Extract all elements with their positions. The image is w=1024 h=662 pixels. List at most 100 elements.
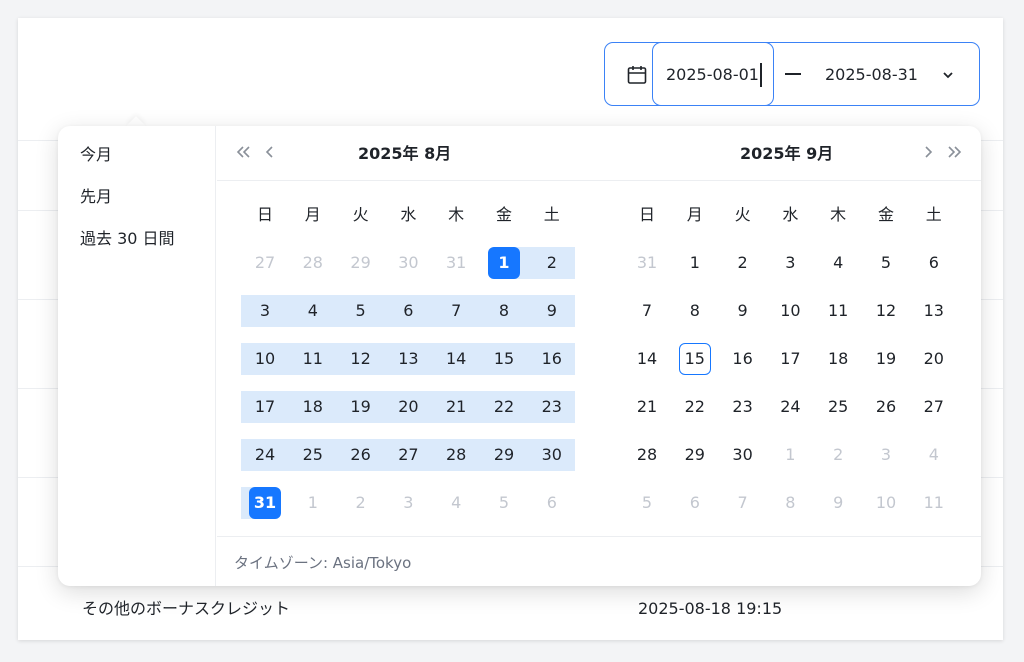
calendar-day[interactable]: 1: [766, 439, 814, 471]
weekday-header: 土: [543, 205, 560, 224]
calendar-day-selected[interactable]: 1: [480, 247, 528, 279]
calendar-day[interactable]: 3: [241, 295, 289, 327]
calendar-day[interactable]: 12: [862, 295, 910, 327]
calendar-day[interactable]: 7: [623, 295, 671, 327]
calendar-day[interactable]: 5: [337, 295, 385, 327]
calendar-day[interactable]: 30: [384, 247, 432, 279]
preset-last-30-days[interactable]: 過去 30 日間: [80, 228, 175, 250]
calendar-day[interactable]: 11: [814, 295, 862, 327]
credit-type-label: その他のボーナスクレジット: [82, 599, 291, 618]
end-date-input[interactable]: 2025-08-31: [825, 64, 918, 86]
calendar-day[interactable]: 13: [910, 295, 958, 327]
calendar-day[interactable]: 7: [719, 487, 767, 519]
weekday-header: 金: [877, 205, 894, 224]
calendar-day[interactable]: 17: [241, 391, 289, 423]
next-month-icon[interactable]: [918, 142, 938, 162]
calendar-day[interactable]: 30: [528, 439, 576, 471]
calendar-day[interactable]: 27: [384, 439, 432, 471]
calendar-day[interactable]: 31: [432, 247, 480, 279]
calendar-day[interactable]: 19: [337, 391, 385, 423]
calendar-day[interactable]: 4: [910, 439, 958, 471]
calendar-day[interactable]: 8: [671, 295, 719, 327]
calendar-day[interactable]: 23: [528, 391, 576, 423]
calendar-day[interactable]: 14: [432, 343, 480, 375]
calendar-day[interactable]: 6: [671, 487, 719, 519]
calendar-day[interactable]: 3: [384, 487, 432, 519]
prev-month-icon[interactable]: [260, 142, 280, 162]
calendar-day[interactable]: 29: [337, 247, 385, 279]
calendar-day[interactable]: 17: [766, 343, 814, 375]
calendar-day[interactable]: 12: [337, 343, 385, 375]
calendar-day[interactable]: 9: [719, 295, 767, 327]
calendar-day[interactable]: 13: [384, 343, 432, 375]
calendar-day[interactable]: 7: [432, 295, 480, 327]
calendar-day[interactable]: 18: [289, 391, 337, 423]
weekday-header: 土: [925, 205, 942, 224]
calendar-day[interactable]: 2: [719, 247, 767, 279]
calendar-day[interactable]: 4: [289, 295, 337, 327]
calendar-day[interactable]: 4: [814, 247, 862, 279]
calendar-day[interactable]: 11: [910, 487, 958, 519]
text-caret: [760, 63, 762, 87]
calendar-day[interactable]: 29: [671, 439, 719, 471]
preset-this-month[interactable]: 今月: [80, 144, 112, 166]
calendar-day[interactable]: 27: [910, 391, 958, 423]
calendar-day[interactable]: 20: [910, 343, 958, 375]
calendar-day[interactable]: 25: [814, 391, 862, 423]
calendar-day[interactable]: 26: [337, 439, 385, 471]
calendar-day-selected[interactable]: 31: [241, 487, 289, 519]
calendar-day[interactable]: 3: [862, 439, 910, 471]
calendar-day[interactable]: 15: [671, 343, 719, 375]
calendar-day[interactable]: 2: [814, 439, 862, 471]
calendar-day[interactable]: 16: [528, 343, 576, 375]
next-year-icon[interactable]: [944, 142, 964, 162]
calendar-day[interactable]: 16: [719, 343, 767, 375]
calendar-day[interactable]: 9: [814, 487, 862, 519]
calendar-day[interactable]: 5: [862, 247, 910, 279]
calendar-day[interactable]: 5: [623, 487, 671, 519]
calendar-day[interactable]: 14: [623, 343, 671, 375]
calendar-day[interactable]: 27: [241, 247, 289, 279]
calendar-day[interactable]: 24: [241, 439, 289, 471]
preset-last-month[interactable]: 先月: [80, 186, 112, 208]
calendar-day[interactable]: 6: [384, 295, 432, 327]
calendar-day[interactable]: 24: [766, 391, 814, 423]
calendar-day[interactable]: 9: [528, 295, 576, 327]
calendar-day[interactable]: 28: [289, 247, 337, 279]
calendar-day[interactable]: 11: [289, 343, 337, 375]
calendar-day[interactable]: 21: [623, 391, 671, 423]
calendar-day[interactable]: 23: [719, 391, 767, 423]
right-month-title[interactable]: 2025年 9月: [740, 143, 833, 165]
calendar-day[interactable]: 10: [862, 487, 910, 519]
calendar-day[interactable]: 1: [289, 487, 337, 519]
calendar-day[interactable]: 2: [337, 487, 385, 519]
calendar-day[interactable]: 31: [623, 247, 671, 279]
calendar-day[interactable]: 3: [766, 247, 814, 279]
calendar-day[interactable]: 20: [384, 391, 432, 423]
calendar-day[interactable]: 21: [432, 391, 480, 423]
calendar-day[interactable]: 18: [814, 343, 862, 375]
calendar-day[interactable]: 8: [480, 295, 528, 327]
prev-year-icon[interactable]: [234, 142, 254, 162]
calendar-day[interactable]: 19: [862, 343, 910, 375]
calendar-day[interactable]: 8: [766, 487, 814, 519]
calendar-day[interactable]: 29: [480, 439, 528, 471]
chevron-down-icon[interactable]: [940, 67, 956, 83]
calendar-day[interactable]: 30: [719, 439, 767, 471]
calendar-day[interactable]: 22: [671, 391, 719, 423]
calendar-day[interactable]: 1: [671, 247, 719, 279]
left-month-title[interactable]: 2025年 8月: [358, 143, 451, 165]
calendar-day[interactable]: 5: [480, 487, 528, 519]
calendar-day[interactable]: 6: [528, 487, 576, 519]
calendar-day[interactable]: 25: [289, 439, 337, 471]
calendar-day[interactable]: 10: [766, 295, 814, 327]
calendar-day[interactable]: 2: [528, 247, 576, 279]
calendar-day[interactable]: 28: [432, 439, 480, 471]
calendar-day[interactable]: 10: [241, 343, 289, 375]
calendar-day[interactable]: 26: [862, 391, 910, 423]
calendar-day[interactable]: 22: [480, 391, 528, 423]
calendar-day[interactable]: 6: [910, 247, 958, 279]
calendar-day[interactable]: 15: [480, 343, 528, 375]
calendar-day[interactable]: 28: [623, 439, 671, 471]
calendar-day[interactable]: 4: [432, 487, 480, 519]
